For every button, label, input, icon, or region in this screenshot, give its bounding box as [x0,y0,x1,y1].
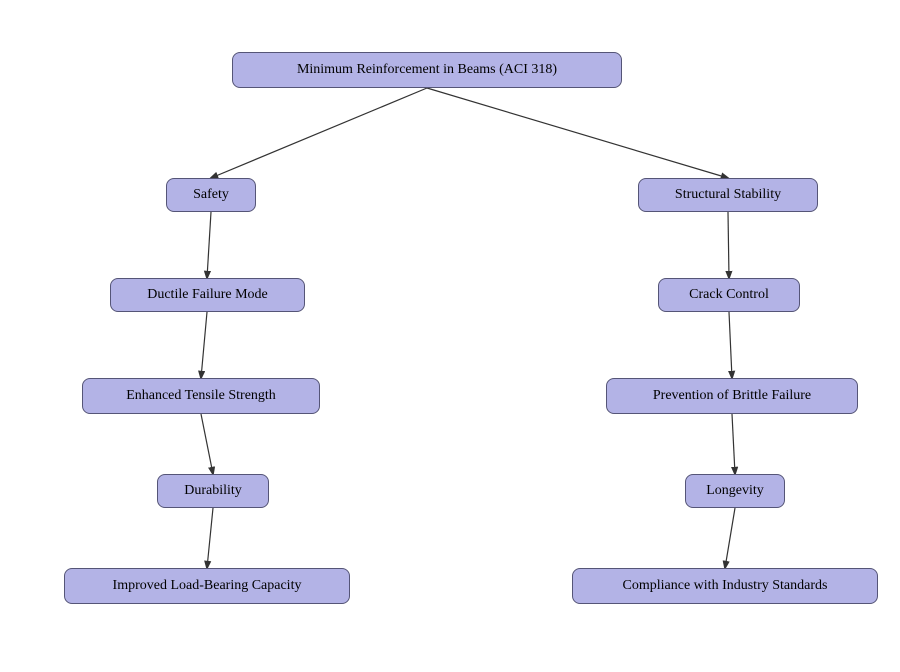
brittle-failure-node: Prevention of Brittle Failure [606,378,858,414]
durability-node: Durability [157,474,269,508]
enhanced-tensile-node: Enhanced Tensile Strength [82,378,320,414]
crack-control-node: Crack Control [658,278,800,312]
compliance-node: Compliance with Industry Standards [572,568,878,604]
longevity-node: Longevity [685,474,785,508]
root-node: Minimum Reinforcement in Beams (ACI 318) [232,52,622,88]
structural-stability-node: Structural Stability [638,178,818,212]
diagram-container: Minimum Reinforcement in Beams (ACI 318)… [0,0,900,672]
ductile-failure-node: Ductile Failure Mode [110,278,305,312]
load-bearing-node: Improved Load-Bearing Capacity [64,568,350,604]
safety-node: Safety [166,178,256,212]
